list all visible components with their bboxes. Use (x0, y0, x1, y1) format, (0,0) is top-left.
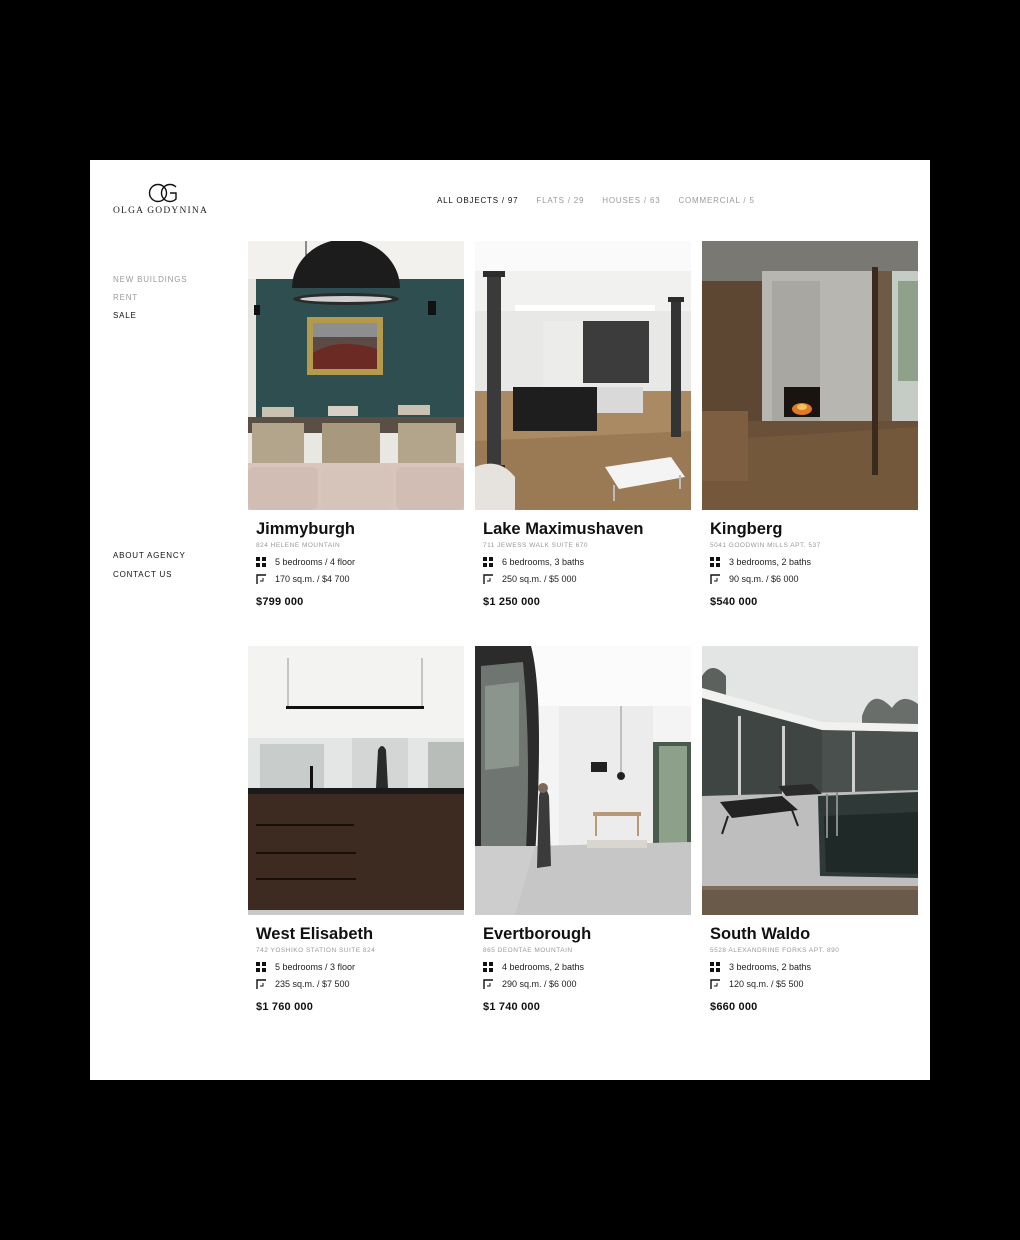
listing-address: 5528 ALEXANDRINE FORKS APT. 890 (710, 947, 840, 954)
rooms-text: 4 bedrooms, 2 baths (502, 962, 585, 972)
listing-area: 290 sq.m. / $6 000 (483, 979, 691, 989)
fireplace-room-photo (702, 241, 918, 510)
nav-new-buildings[interactable]: NEW BUILDINGS (113, 275, 187, 284)
listing-rooms: 3 bedrooms, 2 baths (710, 962, 918, 972)
dining-room-photo (248, 241, 464, 510)
filter-all-objects[interactable]: ALL OBJECTS / 97 (437, 196, 518, 205)
listing-card[interactable]: Lake Maximushaven 711 JEWESS WALK SUITE … (475, 241, 691, 619)
listing-price: $540 000 (710, 596, 758, 608)
listing-address: 742 YOSHIKO STATION SUITE 824 (256, 947, 376, 954)
listing-photo[interactable] (248, 646, 464, 915)
listing-rooms: 3 bedrooms, 2 baths (710, 557, 918, 567)
filter-commercial[interactable]: COMMERCIAL / 5 (678, 196, 754, 205)
listing-price: $660 000 (710, 1001, 758, 1013)
agency-nav: ABOUT AGENCY CONTACT US (113, 551, 186, 589)
listing-card[interactable]: Kingberg 5041 GOODWIN MILLS APT. 537 3 b… (702, 241, 918, 619)
listing-address: 824 HELENE MOUNTAIN (256, 542, 341, 549)
listing-title[interactable]: Jimmyburgh (256, 520, 464, 538)
listing-card[interactable]: South Waldo 5528 ALEXANDRINE FORKS APT. … (702, 646, 918, 1024)
listing-price: $799 000 (256, 596, 304, 608)
loft-kitchen-photo (475, 241, 691, 510)
area-icon (710, 574, 720, 584)
listing-rooms: 4 bedrooms, 2 baths (483, 962, 691, 972)
nav-rent[interactable]: RENT (113, 293, 187, 302)
listing-address: 865 DEONTAE MOUNTAIN (483, 947, 573, 954)
listing-photo[interactable] (475, 646, 691, 915)
listing-title[interactable]: Evertborough (483, 925, 691, 943)
nav-about-agency[interactable]: ABOUT AGENCY (113, 551, 186, 560)
listing-card[interactable]: West Elisabeth 742 YOSHIKO STATION SUITE… (248, 646, 464, 1024)
listing-photo[interactable] (702, 241, 918, 510)
filter-flats[interactable]: FLATS / 29 (536, 196, 584, 205)
rooms-icon (256, 557, 266, 567)
filter-nav: ALL OBJECTS / 97 FLATS / 29 HOUSES / 63 … (437, 196, 773, 205)
area-icon (483, 979, 493, 989)
listing-title[interactable]: South Waldo (710, 925, 918, 943)
listing-rooms: 5 bedrooms / 4 floor (256, 557, 464, 567)
area-text: 170 sq.m. / $4 700 (275, 574, 350, 584)
listing-photo[interactable] (702, 646, 918, 915)
listing-rooms: 6 bedrooms, 3 baths (483, 557, 691, 567)
listing-price: $1 740 000 (483, 1001, 541, 1013)
listing-address: 711 JEWESS WALK SUITE 670 (483, 542, 588, 549)
rooms-icon (710, 962, 720, 972)
listing-area: 90 sq.m. / $6 000 (710, 574, 918, 584)
area-text: 290 sq.m. / $6 000 (502, 979, 577, 989)
category-nav: NEW BUILDINGS RENT SALE (113, 275, 187, 329)
filter-houses[interactable]: HOUSES / 63 (602, 196, 660, 205)
wood-kitchen-photo (248, 646, 464, 915)
rooms-text: 6 bedrooms, 3 baths (502, 557, 585, 567)
area-text: 120 sq.m. / $5 500 (729, 979, 804, 989)
rooms-icon (710, 557, 720, 567)
brand-name: OLGA GODYNINA (113, 206, 209, 216)
white-interior-photo (475, 646, 691, 915)
listing-title[interactable]: Kingberg (710, 520, 918, 538)
rooms-text: 3 bedrooms, 2 baths (729, 557, 812, 567)
listing-card[interactable]: Jimmyburgh 824 HELENE MOUNTAIN 5 bedroom… (248, 241, 464, 619)
rooms-icon (256, 962, 266, 972)
area-text: 250 sq.m. / $5 000 (502, 574, 577, 584)
page: OLGA GODYNINA ALL OBJECTS / 97 FLATS / 2… (90, 160, 930, 1080)
area-icon (256, 574, 266, 584)
listing-title[interactable]: West Elisabeth (256, 925, 464, 943)
listing-rooms: 5 bedrooms / 3 floor (256, 962, 464, 972)
listing-card[interactable]: Evertborough 865 DEONTAE MOUNTAIN 4 bedr… (475, 646, 691, 1024)
listing-area: 170 sq.m. / $4 700 (256, 574, 464, 584)
nav-sale[interactable]: SALE (113, 311, 187, 320)
pool-terrace-photo (702, 646, 918, 915)
rooms-icon (483, 557, 493, 567)
area-text: 90 sq.m. / $6 000 (729, 574, 799, 584)
listing-price: $1 760 000 (256, 1001, 314, 1013)
listing-photo[interactable] (475, 241, 691, 510)
area-icon (483, 574, 493, 584)
listing-area: 120 sq.m. / $5 500 (710, 979, 918, 989)
listing-price: $1 250 000 (483, 596, 541, 608)
listing-area: 250 sq.m. / $5 000 (483, 574, 691, 584)
listing-area: 235 sq.m. / $7 500 (256, 979, 464, 989)
area-icon (256, 979, 266, 989)
listing-title[interactable]: Lake Maximushaven (483, 520, 691, 538)
listing-address: 5041 GOODWIN MILLS APT. 537 (710, 542, 821, 549)
logo[interactable]: OLGA GODYNINA (113, 182, 213, 216)
listings-grid: Jimmyburgh 824 HELENE MOUNTAIN 5 bedroom… (248, 241, 918, 1024)
nav-contact-us[interactable]: CONTACT US (113, 570, 186, 579)
logo-mark-icon (148, 183, 177, 203)
listing-photo[interactable] (248, 241, 464, 510)
rooms-icon (483, 962, 493, 972)
area-text: 235 sq.m. / $7 500 (275, 979, 350, 989)
rooms-text: 5 bedrooms / 3 floor (275, 962, 356, 972)
rooms-text: 3 bedrooms, 2 baths (729, 962, 812, 972)
rooms-text: 5 bedrooms / 4 floor (275, 557, 356, 567)
area-icon (710, 979, 720, 989)
